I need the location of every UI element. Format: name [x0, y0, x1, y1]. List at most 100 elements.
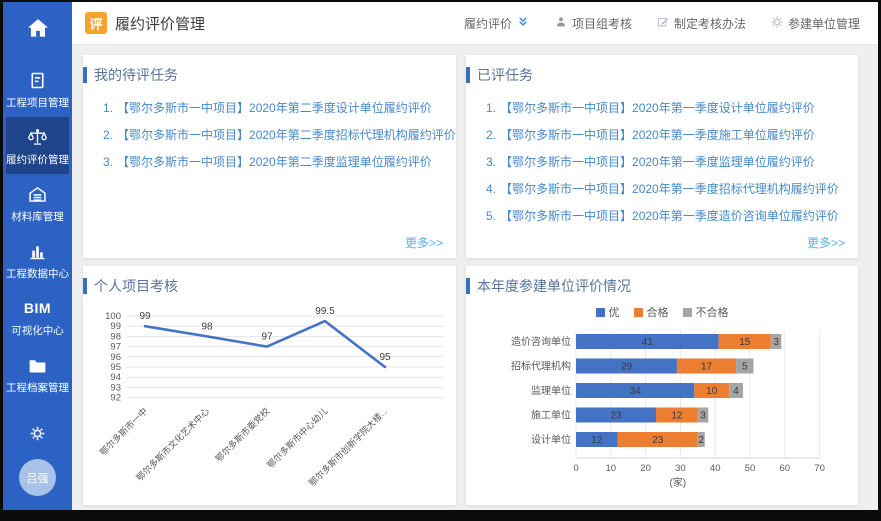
- nav-label: 制定考核办法: [674, 15, 746, 32]
- svg-text:92: 92: [110, 393, 121, 404]
- stacked-bar-chart: 010203040506070造价咨询单位41153招标代理机构29175监理单…: [478, 324, 846, 495]
- svg-text:鄂尔多斯市委党校: 鄂尔多斯市委党校: [213, 405, 272, 464]
- svg-text:29: 29: [621, 362, 633, 373]
- task-link[interactable]: 2.【鄂尔多斯市一中项目】2020年第一季度施工单位履约评价: [486, 129, 846, 141]
- main-column: 评 履约评价管理 履约评价项目组考核制定考核办法参建单位管理 我的待评任务 1.…: [72, 2, 878, 510]
- nav-unit-management[interactable]: 参建单位管理: [770, 15, 860, 32]
- svg-text:3: 3: [700, 411, 706, 422]
- more-link[interactable]: 更多>>: [807, 234, 845, 251]
- sidebar-item-performance[interactable]: 履约评价管理: [6, 117, 69, 174]
- svg-text:0: 0: [573, 463, 578, 474]
- sidebar-item-materials[interactable]: 材料库管理: [6, 174, 69, 231]
- svg-text:施工单位: 施工单位: [531, 409, 571, 422]
- svg-text:鄂尔多斯市一中: 鄂尔多斯市一中: [97, 405, 149, 457]
- sidebar-item-bim[interactable]: BIM可视化中心: [6, 288, 69, 345]
- panel-pending-tasks: 我的待评任务 1.【鄂尔多斯市一中项目】2020年第二季度设计单位履约评价 2.【…: [83, 55, 456, 258]
- legend-label: 不合格: [696, 304, 729, 320]
- task-link[interactable]: 3.【鄂尔多斯市一中项目】2020年第二季度监理单位履约评价: [103, 156, 444, 168]
- task-link[interactable]: 2.【鄂尔多斯市一中项目】2020年第二季度招标代理机构履约评价: [103, 129, 444, 141]
- svg-text:2: 2: [698, 435, 704, 446]
- bar-chart-legend: 优 合格 不合格: [478, 304, 846, 320]
- task-link[interactable]: 3.【鄂尔多斯市一中项目】2020年第一季度监理单位履约评价: [486, 156, 846, 168]
- task-number: 1.: [486, 102, 496, 114]
- svg-text:20: 20: [640, 463, 651, 474]
- panel-title: 我的待评任务: [95, 65, 444, 85]
- svg-text:40: 40: [710, 463, 721, 474]
- legend-swatch: [683, 308, 692, 317]
- task-link[interactable]: 1.【鄂尔多斯市一中项目】2020年第二季度设计单位履约评价: [103, 102, 444, 114]
- sidebar: 工程项目管理履约评价管理材料库管理工程数据中心 BIM可视化中心工程档案管理 吕强: [3, 2, 72, 510]
- svg-text:23: 23: [652, 435, 664, 446]
- sidebar-item-archives[interactable]: 工程档案管理: [6, 345, 69, 402]
- svg-text:招标代理机构: 招标代理机构: [511, 360, 571, 373]
- task-link[interactable]: 1. 【鄂尔多斯市一中项目】2020年第一季度设计单位履约评价: [486, 102, 846, 114]
- sidebar-item-label: 工程项目管理: [6, 95, 69, 110]
- task-text: 【鄂尔多斯市一中项目】2020年第一季度造价咨询单位履约评价: [500, 210, 839, 222]
- panel-evaluated-tasks: 已评任务 1. 【鄂尔多斯市一中项目】2020年第一季度设计单位履约评价 2.【鄂尔…: [466, 55, 858, 258]
- sidebar-item-label: 材料库管理: [11, 209, 64, 224]
- legend-item: 不合格: [683, 304, 729, 320]
- task-number: 5.: [486, 210, 496, 222]
- warehouse-icon: [27, 182, 48, 206]
- user-avatar[interactable]: 吕强: [19, 459, 56, 496]
- sidebar-item-label: 工程档案管理: [6, 380, 69, 395]
- nav-assessment-method[interactable]: 制定考核办法: [656, 15, 746, 32]
- sidebar-item-label: 履约评价管理: [6, 152, 69, 167]
- sidebar-item-data-center[interactable]: 工程数据中心: [6, 231, 69, 288]
- panel-personal-assessment: 个人项目考核 100999897969594939299989799.595鄂尔…: [83, 266, 456, 505]
- panel-title: 已评任务: [478, 65, 846, 85]
- nav-label: 参建单位管理: [788, 15, 860, 32]
- sidebar-item-label: 工程数据中心: [6, 266, 69, 281]
- task-link[interactable]: 4.【鄂尔多斯市一中项目】2020年第一季度招标代理机构履约评价: [486, 183, 846, 195]
- legend-label: 优: [609, 304, 620, 320]
- nav-performance-eval[interactable]: 履约评价: [464, 15, 530, 32]
- person-icon: [554, 15, 568, 32]
- svg-text:5: 5: [742, 362, 748, 373]
- more-link[interactable]: 更多>>: [405, 234, 443, 251]
- legend-label: 合格: [647, 304, 669, 320]
- sidebar-item-projects[interactable]: 工程项目管理: [6, 60, 69, 117]
- nav-team-assessment[interactable]: 项目组考核: [554, 15, 632, 32]
- legend-item: 优: [596, 304, 620, 320]
- svg-text:60: 60: [780, 463, 791, 474]
- panel-title: 个人项目考核: [95, 276, 444, 296]
- svg-text:12: 12: [671, 411, 683, 422]
- svg-text:70: 70: [814, 463, 825, 474]
- svg-text:10: 10: [706, 386, 718, 397]
- pending-task-list: 1.【鄂尔多斯市一中项目】2020年第二季度设计单位履约评价 2.【鄂尔多斯市一中…: [95, 102, 444, 168]
- module-badge: 评: [85, 12, 107, 34]
- task-text: 【鄂尔多斯市一中项目】2020年第一季度施工单位履约评价: [500, 129, 815, 141]
- app-window: 工程项目管理履约评价管理材料库管理工程数据中心 BIM可视化中心工程档案管理 吕强…: [3, 2, 878, 510]
- folder-icon: [27, 353, 48, 377]
- gear-icon: [770, 15, 784, 32]
- document-icon: [27, 68, 48, 92]
- panel-title-text: 我的待评任务: [94, 65, 178, 85]
- svg-text:50: 50: [745, 463, 756, 474]
- svg-text:23: 23: [610, 411, 622, 422]
- svg-text:(家): (家): [669, 476, 686, 489]
- top-navigation: 履约评价 项目组考核 制定考核办法 参建单位管理: [464, 15, 860, 32]
- svg-text:17: 17: [701, 362, 713, 373]
- task-text: 【鄂尔多斯市一中项目】2020年第二季度招标代理机构履约评价: [117, 129, 456, 141]
- settings-gear-icon[interactable]: [29, 425, 46, 447]
- top-header: 评 履约评价管理 履约评价项目组考核制定考核办法参建单位管理: [72, 2, 878, 45]
- svg-text:造价咨询单位: 造价咨询单位: [511, 335, 571, 348]
- legend-item: 合格: [634, 304, 669, 320]
- task-text: 【鄂尔多斯市一中项目】2020年第二季度设计单位履约评价: [117, 102, 432, 114]
- title-accent-bar: [83, 278, 87, 294]
- panel-title: 本年度参建单位评价情况: [478, 276, 846, 296]
- task-text: 【鄂尔多斯市一中项目】2020年第一季度设计单位履约评价: [500, 102, 815, 114]
- svg-text:监理单位: 监理单位: [531, 384, 571, 397]
- svg-text:30: 30: [675, 463, 686, 474]
- title-accent-bar: [466, 278, 470, 294]
- sidebar-home-button[interactable]: [3, 11, 72, 50]
- nav-label: 履约评价: [464, 15, 512, 32]
- svg-text:99.5: 99.5: [315, 306, 335, 317]
- task-text: 【鄂尔多斯市一中项目】2020年第一季度招标代理机构履约评价: [500, 183, 839, 195]
- title-accent-bar: [466, 67, 470, 83]
- panel-unit-evaluation: 本年度参建单位评价情况 优 合格 不合格 0 10 20 30 40 50 60 70 造价咨询单位…: [466, 266, 858, 505]
- svg-text:设计单位: 设计单位: [531, 433, 571, 446]
- task-link[interactable]: 5. 【鄂尔多斯市一中项目】2020年第一季度造价咨询单位履约评价: [486, 210, 846, 222]
- panel-title-text: 个人项目考核: [94, 276, 178, 296]
- task-text: 【鄂尔多斯市一中项目】2020年第一季度监理单位履约评价: [500, 156, 815, 168]
